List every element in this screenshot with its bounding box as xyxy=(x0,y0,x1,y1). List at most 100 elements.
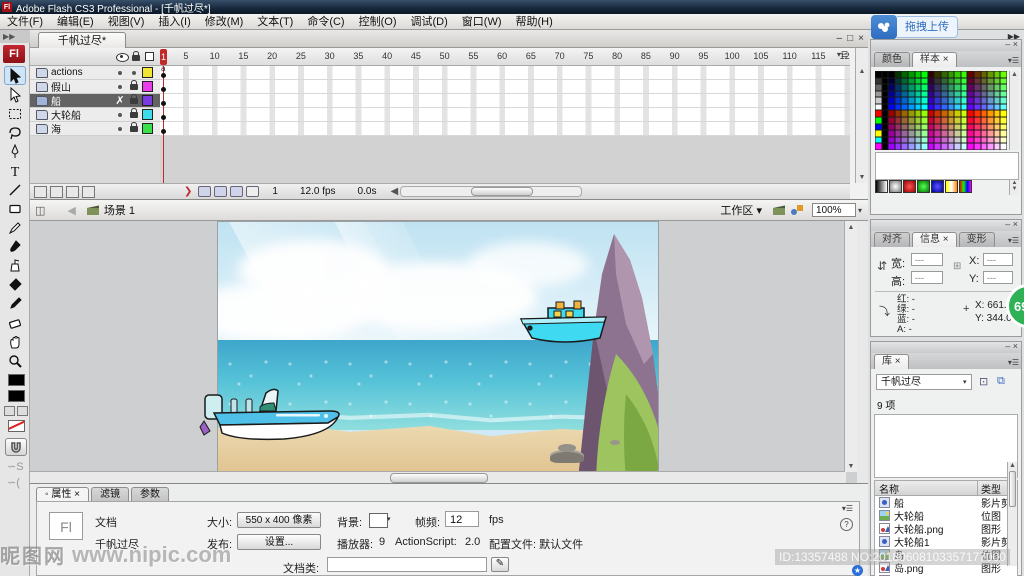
pencil-tool[interactable] xyxy=(4,218,26,237)
radial-red-swatch[interactable] xyxy=(903,180,916,193)
menu-help[interactable]: 帮助(H) xyxy=(509,14,560,30)
pen-tool[interactable] xyxy=(4,142,26,161)
color-swatch[interactable] xyxy=(974,91,981,98)
color-swatch[interactable] xyxy=(928,78,935,85)
color-swatch[interactable] xyxy=(974,84,981,91)
color-swatch[interactable] xyxy=(1000,97,1007,104)
color-swatch[interactable] xyxy=(981,104,988,111)
library-scroll-thumb[interactable] xyxy=(1009,471,1016,507)
color-swatch[interactable] xyxy=(948,84,955,91)
color-swatch[interactable] xyxy=(895,78,902,85)
fill-color-swatch[interactable] xyxy=(8,390,25,402)
color-swatch[interactable] xyxy=(961,117,968,124)
color-swatch[interactable] xyxy=(934,71,941,78)
snap-to-objects-toggle[interactable] xyxy=(5,438,27,456)
menu-debug[interactable]: 调试(D) xyxy=(404,14,455,30)
tab-信息[interactable]: 信息 × xyxy=(912,232,957,247)
edit-class-pencil-icon[interactable]: ✎ xyxy=(491,557,509,572)
color-swatch[interactable] xyxy=(1000,78,1007,85)
color-swatch[interactable] xyxy=(921,117,928,124)
panel-menu-icon[interactable]: ▾☰ xyxy=(842,504,853,513)
color-swatch[interactable] xyxy=(987,110,994,117)
color-swatch[interactable] xyxy=(901,84,908,91)
color-swatch[interactable] xyxy=(941,91,948,98)
color-swatch[interactable] xyxy=(895,91,902,98)
color-swatch[interactable] xyxy=(882,117,889,124)
color-swatch[interactable] xyxy=(954,78,961,85)
color-swatch[interactable] xyxy=(882,137,889,144)
scroll-down-icon[interactable]: ▼ xyxy=(1010,186,1019,192)
color-swatch[interactable] xyxy=(895,84,902,91)
minimize-icon[interactable]: – xyxy=(1005,219,1010,229)
color-swatch[interactable] xyxy=(987,137,994,144)
color-swatch[interactable] xyxy=(895,71,902,78)
color-swatch[interactable] xyxy=(915,143,922,150)
layer-name[interactable]: 假山 xyxy=(51,79,71,94)
color-swatch[interactable] xyxy=(928,104,935,111)
layer-outline-color[interactable] xyxy=(142,95,153,106)
color-swatch[interactable] xyxy=(981,137,988,144)
keyframe-dot[interactable] xyxy=(161,115,166,120)
color-swatch[interactable] xyxy=(888,84,895,91)
radial-gray-swatch[interactable] xyxy=(889,180,902,193)
color-swatch[interactable] xyxy=(981,71,988,78)
color-swatch[interactable] xyxy=(908,71,915,78)
color-swatch[interactable] xyxy=(1000,143,1007,150)
color-swatch[interactable] xyxy=(987,117,994,124)
tools-collapse-button[interactable]: ▶▶ xyxy=(0,30,30,43)
color-swatch[interactable] xyxy=(967,84,974,91)
rainbow-gradient-swatch[interactable] xyxy=(945,180,958,193)
color-swatch[interactable] xyxy=(974,124,981,131)
swap-colors-button[interactable] xyxy=(17,406,28,416)
color-swatch[interactable] xyxy=(961,71,968,78)
color-swatch[interactable] xyxy=(941,97,948,104)
color-swatch[interactable] xyxy=(967,71,974,78)
panel-menu-icon[interactable]: ▾☰ xyxy=(1008,56,1019,65)
restore-icon[interactable]: □ xyxy=(847,33,853,44)
color-swatch[interactable] xyxy=(987,104,994,111)
gradient-swatches[interactable] xyxy=(875,180,972,195)
color-swatch[interactable] xyxy=(882,71,889,78)
lock-icon[interactable] xyxy=(130,84,138,90)
playhead[interactable]: 1 xyxy=(160,49,167,65)
color-swatch[interactable] xyxy=(974,71,981,78)
color-swatch[interactable] xyxy=(954,97,961,104)
eyedropper-tool[interactable] xyxy=(4,294,26,313)
color-swatch[interactable] xyxy=(915,117,922,124)
lasso-tool[interactable] xyxy=(4,123,26,142)
help-icon[interactable]: ? xyxy=(840,518,853,531)
layer-row-假山[interactable]: 假山 xyxy=(30,80,160,94)
color-swatch[interactable] xyxy=(954,130,961,137)
color-swatch[interactable] xyxy=(954,143,961,150)
color-swatch[interactable] xyxy=(901,110,908,117)
color-swatch[interactable] xyxy=(901,91,908,98)
color-swatch[interactable] xyxy=(941,71,948,78)
workspace-button[interactable]: 工作区 ▾ xyxy=(720,202,762,218)
color-swatch[interactable] xyxy=(921,143,928,150)
layer-row-船[interactable]: 船✗ xyxy=(30,94,160,108)
color-swatch[interactable] xyxy=(895,143,902,150)
color-swatch[interactable] xyxy=(987,71,994,78)
color-swatch[interactable] xyxy=(987,97,994,104)
color-swatch[interactable] xyxy=(921,97,928,104)
upload-overlay[interactable]: 拖拽上传 xyxy=(871,15,958,39)
color-swatch[interactable] xyxy=(921,137,928,144)
swatch-dropdown-icon[interactable]: ▾ xyxy=(387,515,391,523)
add-motion-guide-button[interactable] xyxy=(50,186,63,198)
color-swatch[interactable] xyxy=(994,124,1001,131)
color-swatch[interactable] xyxy=(941,137,948,144)
color-swatch[interactable] xyxy=(967,137,974,144)
color-swatch[interactable] xyxy=(948,137,955,144)
color-swatch[interactable] xyxy=(901,104,908,111)
new-library-panel-icon[interactable]: ⧉ xyxy=(997,375,1005,388)
keyframe-dot[interactable] xyxy=(161,101,166,106)
color-swatch[interactable] xyxy=(895,110,902,117)
color-swatch[interactable] xyxy=(961,84,968,91)
tab-变形[interactable]: 变形 xyxy=(959,232,995,247)
edit-multiple-frames-button[interactable] xyxy=(230,186,243,197)
color-swatch[interactable] xyxy=(948,78,955,85)
color-swatch[interactable] xyxy=(967,104,974,111)
brush-tool[interactable] xyxy=(4,237,26,256)
color-swatch[interactable] xyxy=(994,91,1001,98)
center-frame-icon[interactable]: ❯ xyxy=(184,186,192,197)
